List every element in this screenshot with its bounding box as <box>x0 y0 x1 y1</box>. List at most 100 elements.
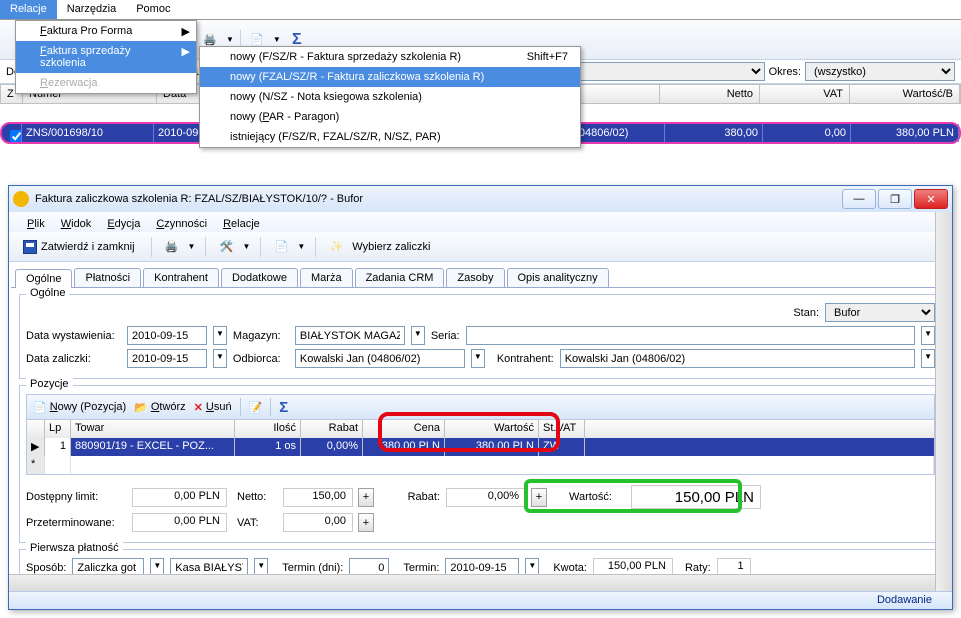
pozycja-new-row[interactable]: * <box>27 456 934 474</box>
chevron-right-icon: ▶ <box>182 25 190 38</box>
kontrahent-input[interactable] <box>560 349 915 368</box>
menu-narzedzia[interactable]: Narzędzia <box>57 0 127 19</box>
tab-opis-analityczny[interactable]: Opis analityczny <box>507 268 609 287</box>
window-menubar: Plik Widok Edycja Czynności Relacje <box>9 212 952 232</box>
col-towar[interactable]: Towar <box>71 420 235 438</box>
col-vat[interactable]: VAT <box>760 85 850 103</box>
menu-pomoc[interactable]: Pomoc <box>126 0 180 19</box>
netto-value[interactable]: 150,00 <box>283 488 353 507</box>
col-wartosc[interactable]: Wartość <box>445 420 539 438</box>
tab-dodatkowe[interactable]: Dodatkowe <box>221 268 298 287</box>
odbiorca-input[interactable] <box>295 349 465 368</box>
dropdown-caret-icon[interactable]: ▼ <box>273 35 281 44</box>
pozycja-row[interactable]: ▶ 1 880901/19 - EXCEL - POZ... 1 os 0,00… <box>27 438 934 456</box>
col-netto[interactable]: Netto <box>660 85 760 103</box>
close-button[interactable]: ✕ <box>914 189 948 209</box>
fm-istniejacy[interactable]: istniejący (F/SZ/R, FZAL/SZ/R, N/SZ, PAR… <box>200 127 580 147</box>
winmenu-plik[interactable]: Plik <box>19 216 53 232</box>
ogolne-legend: Ogólne <box>26 287 69 299</box>
menu-relacje[interactable]: Relacje <box>0 0 57 19</box>
tab-platnosci[interactable]: Płatności <box>74 268 141 287</box>
rabat-label: Rabat: <box>400 491 440 503</box>
dropdown-caret-icon[interactable]: ▼ <box>242 242 250 251</box>
winmenu-czynnosci[interactable]: Czynności <box>148 216 215 232</box>
netto-plus-button[interactable]: + <box>358 488 374 507</box>
tab-marza[interactable]: Marża <box>300 268 353 287</box>
col-lp[interactable]: Lp <box>45 420 71 438</box>
winmenu-widok[interactable]: Widok <box>53 216 100 232</box>
col-stvat[interactable]: St.VAT <box>539 420 585 438</box>
rabat-value[interactable]: 0,00% <box>446 488 526 507</box>
dropdown-caret-icon[interactable]: ▼ <box>226 35 234 44</box>
submenu-proforma[interactable]: Faktura Pro Forma▶ <box>16 21 196 41</box>
seria-input[interactable] <box>466 326 915 345</box>
col-cena[interactable]: Cena <box>363 420 445 438</box>
wand-icon: ✨ <box>326 237 346 257</box>
data-zaliczki-label: Data zaliczki: <box>26 353 121 365</box>
dropdown-caret-icon[interactable]: ▼ <box>921 326 935 345</box>
data-wystawienia-input[interactable] <box>127 326 207 345</box>
fm-nowy-fszr[interactable]: nowy (F/SZ/R - Faktura sprzedaży szkolen… <box>200 47 580 67</box>
tools-icon[interactable]: 🛠️ <box>216 237 236 257</box>
pozycje-toolbar: 📄Nowy (Pozycja) 📂Otwórz ✕Usuń 📝 Σ <box>26 394 935 420</box>
wartosc-label: Wartość: <box>569 491 625 503</box>
winmenu-edycja[interactable]: Edycja <box>99 216 148 232</box>
horizontal-scrollbar[interactable] <box>9 574 935 591</box>
col-ilosc[interactable]: Ilość <box>235 420 301 438</box>
submenu-faktura-types: nowy (F/SZ/R - Faktura sprzedaży szkolen… <box>199 46 581 148</box>
vat-value[interactable]: 0,00 <box>283 513 353 532</box>
stan-select[interactable]: Bufor <box>825 303 935 322</box>
dropdown-caret-icon[interactable]: ▼ <box>411 326 425 345</box>
tab-kontrahent[interactable]: Kontrahent <box>143 268 219 287</box>
maximize-button[interactable]: ❐ <box>878 189 912 209</box>
cell-lp: 1 <box>45 438 71 456</box>
window-title: Faktura zaliczkowa szkolenia R: FZAL/SZ/… <box>35 193 840 205</box>
minimize-button[interactable]: — <box>842 189 876 209</box>
window-titlebar[interactable]: Faktura zaliczkowa szkolenia R: FZAL/SZ/… <box>9 186 952 212</box>
date-picker-icon[interactable]: ▼ <box>213 326 227 345</box>
dropdown-caret-icon[interactable]: ▼ <box>921 349 935 368</box>
nowy-pozycja-button[interactable]: 📄Nowy (Pozycja) <box>33 401 126 414</box>
fm-nowy-fzal[interactable]: nowy (FZAL/SZ/R - Faktura zaliczkowa szk… <box>200 67 580 87</box>
otworz-button[interactable]: 📂Otwórz <box>134 401 186 414</box>
wartosc-value: 150,00 PLN <box>631 485 761 509</box>
dropdown-caret-icon[interactable]: ▼ <box>188 242 196 251</box>
main-menubar: Relacje Narzędzia Pomoc <box>0 0 961 20</box>
tab-zadania-crm[interactable]: Zadania CRM <box>355 268 445 287</box>
fm-nowy-par[interactable]: nowy (PAR - Paragon) <box>200 107 580 127</box>
vat-plus-button[interactable]: + <box>358 513 374 532</box>
chevron-right-icon: ▶ <box>182 45 190 58</box>
fm-nowy-nsz[interactable]: nowy (N/SZ - Nota ksiegowa szkolenia) <box>200 87 580 107</box>
vertical-scrollbar[interactable] <box>935 212 952 591</box>
col-wartoscb[interactable]: Wartość/B <box>850 85 960 103</box>
row-wartosc: 380,00 PLN <box>851 124 959 142</box>
edit-icon[interactable]: 📝 <box>249 401 263 414</box>
tab-zasoby[interactable]: Zasoby <box>446 268 504 287</box>
dropdown-caret-icon[interactable]: ▼ <box>471 349 485 368</box>
shortcut-label: Shift+F7 <box>527 51 568 63</box>
cell-towar: 880901/19 - EXCEL - POZ... <box>71 438 235 456</box>
delete-icon: ✕ <box>194 401 203 414</box>
wybierz-zaliczki-button[interactable]: Wybierz zaliczki <box>352 241 430 253</box>
cell-wartosc: 380,00 PLN <box>445 438 539 456</box>
zatwierdz-zamknij-button[interactable]: Zatwierdź i zamknij <box>17 238 141 256</box>
pozycje-header: Lp Towar Ilość Rabat Cena Wartość St.VAT <box>27 420 934 438</box>
rabat-plus-button[interactable]: + <box>531 488 547 507</box>
date-picker-icon[interactable]: ▼ <box>213 349 227 368</box>
usun-button[interactable]: ✕Usuń <box>194 401 232 414</box>
kontrahent-label: Kontrahent: <box>497 353 554 365</box>
data-zaliczki-input[interactable] <box>127 349 207 368</box>
row-checkbox[interactable] <box>2 124 22 142</box>
tab-ogolne[interactable]: Ogólne <box>15 269 72 288</box>
sigma-icon[interactable]: Σ <box>279 399 288 416</box>
printer-icon[interactable]: 🖨️ <box>162 237 182 257</box>
col-rabat[interactable]: Rabat <box>301 420 363 438</box>
dropdown-caret-icon[interactable]: ▼ <box>297 242 305 251</box>
preview-icon[interactable]: 📄 <box>271 237 291 257</box>
magazyn-input[interactable] <box>295 326 405 345</box>
new-icon: 📄 <box>33 401 47 414</box>
submenu-faktura-sprzedazy[interactable]: Faktura sprzedaży szkolenia▶ <box>16 41 196 73</box>
netto-label: Netto: <box>237 491 277 503</box>
winmenu-relacje[interactable]: Relacje <box>215 216 268 232</box>
filter-okres-select[interactable]: (wszystko) <box>805 62 955 81</box>
